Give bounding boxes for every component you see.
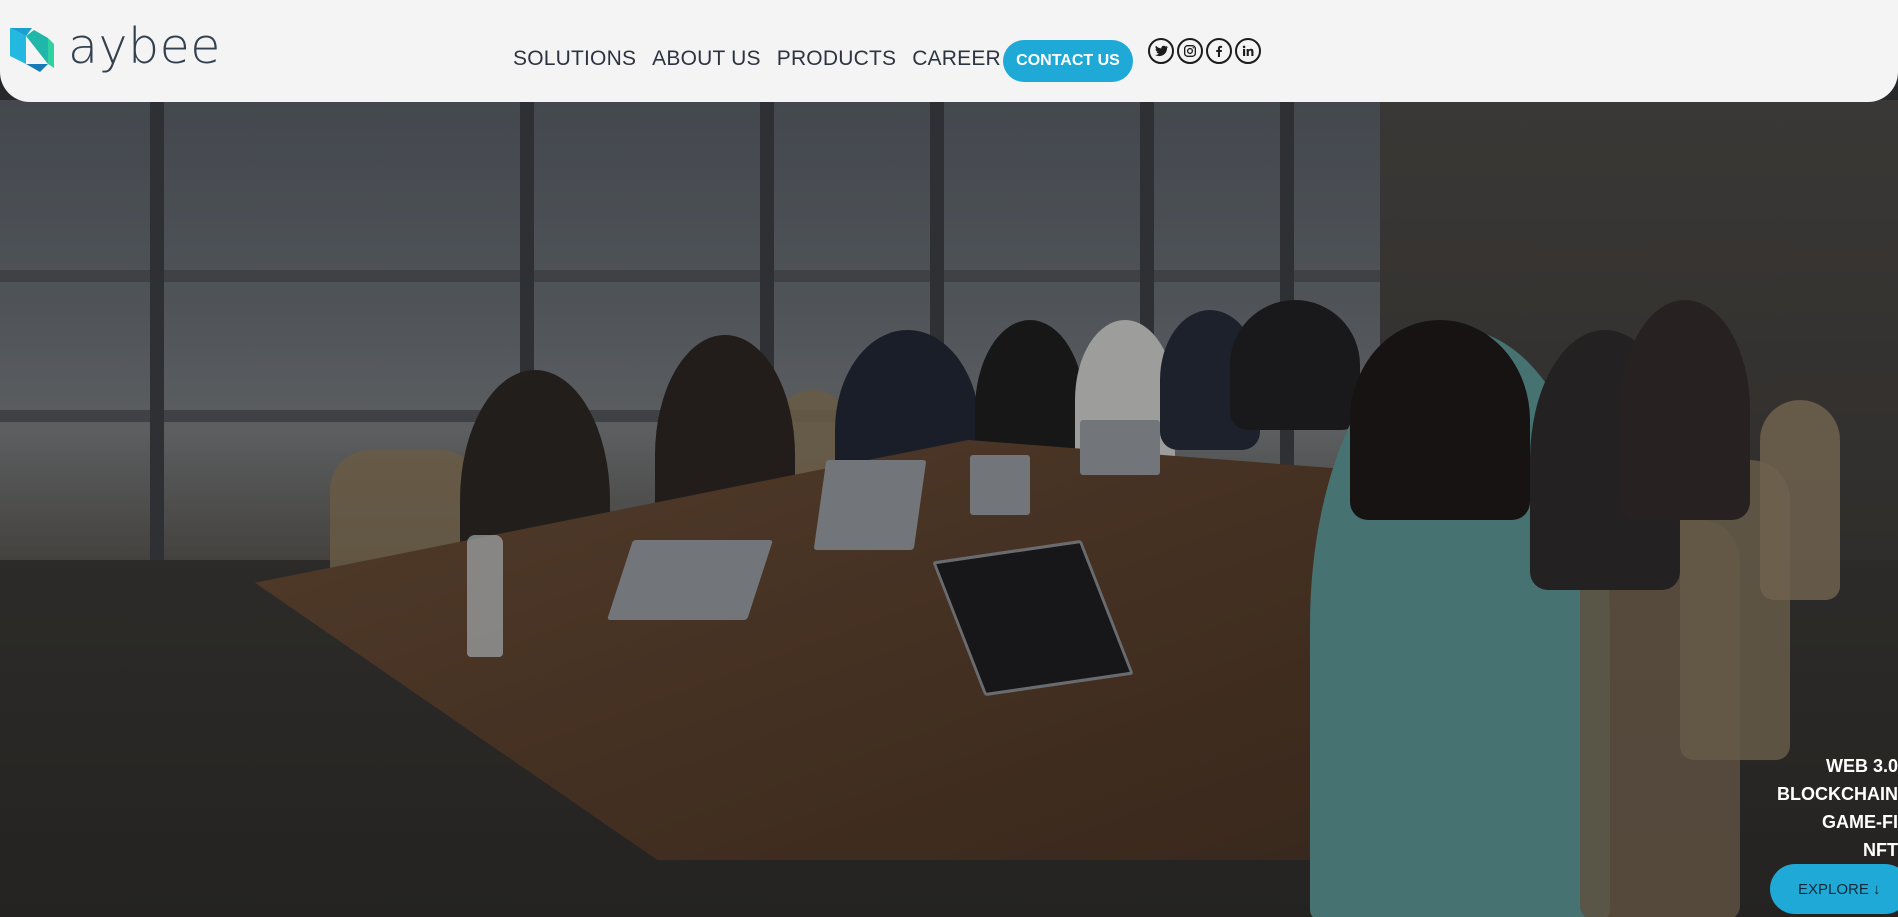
nav-item-products[interactable]: PRODUCTS: [777, 47, 896, 71]
nav-item-solutions[interactable]: SOLUTIONS: [513, 47, 636, 71]
logo[interactable]: aybee: [4, 18, 221, 76]
hero-tag: NFT: [1863, 840, 1898, 860]
twitter-icon[interactable]: [1148, 38, 1174, 64]
linkedin-icon[interactable]: [1235, 38, 1261, 64]
instagram-icon[interactable]: [1177, 38, 1203, 64]
facebook-icon[interactable]: [1206, 38, 1232, 64]
social-links: [1148, 38, 1264, 64]
contact-us-button[interactable]: CONTACT US: [1003, 40, 1133, 82]
hero-tag: WEB 3.0: [1825, 756, 1898, 776]
image-overlay: [0, 0, 1898, 917]
hero-tag-list: WEB 3.0 BLOCKCHAIN GAME-FI NFT: [1777, 752, 1898, 864]
explore-button[interactable]: EXPLORE ↓: [1770, 864, 1898, 914]
hero-tag: BLOCKCHAIN: [1777, 784, 1898, 804]
site-header: aybee SOLUTIONS ABOUT US PRODUCTS CAREER…: [0, 0, 1898, 102]
main-nav: SOLUTIONS ABOUT US PRODUCTS CAREER: [513, 47, 1017, 71]
hero-tag: GAME-FI: [1822, 812, 1898, 832]
hero-background-image: [0, 0, 1898, 917]
logo-mark-icon: [10, 28, 54, 72]
nav-item-about-us[interactable]: ABOUT US: [652, 47, 761, 71]
logo-text: aybee: [68, 18, 221, 75]
nav-item-career[interactable]: CAREER: [912, 47, 1001, 71]
